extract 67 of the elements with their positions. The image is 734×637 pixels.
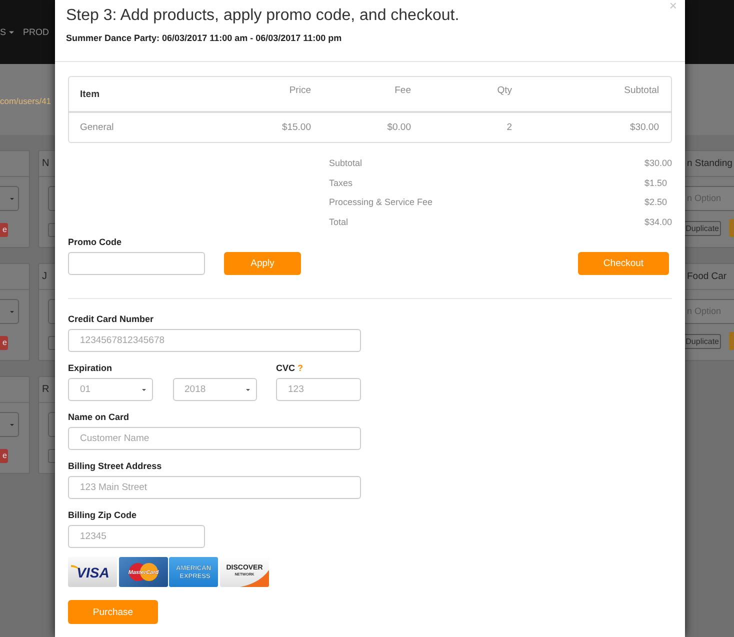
dialog-title: Step 3: Add products, apply promo code, and checkout.: [66, 6, 460, 26]
card-title: N: [41, 158, 50, 170]
summary-label: Processing & Service Fee: [329, 196, 434, 209]
input-field[interactable]: 12345: [68, 525, 205, 548]
field-label: Credit Card Number: [68, 313, 155, 325]
field-label: Name on Card: [68, 411, 130, 423]
duplicate-button[interactable]: Duplicate: [685, 334, 721, 348]
nav-item[interactable]: PROD: [23, 26, 50, 38]
promo-code-field[interactable]: [68, 252, 205, 275]
checkout-button[interactable]: Checkout: [578, 252, 669, 275]
field-label: CVC: [276, 363, 296, 373]
input-field[interactable]: 123 Main Street: [68, 476, 361, 499]
caret-icon: [10, 310, 14, 312]
input-field[interactable]: Customer Name: [68, 427, 361, 450]
select-field[interactable]: [0, 186, 19, 211]
table-cell-text: General: [79, 121, 115, 135]
summary-label: Taxes: [329, 176, 354, 190]
duplicate-button[interactable]: Duplicate: [685, 220, 721, 236]
card-title: J: [41, 270, 47, 282]
navbar: [685, 0, 734, 64]
table-cell-text: $30.00: [628, 121, 660, 135]
month-select[interactable]: 01: [68, 378, 153, 401]
card-action-button[interactable]: e: [0, 449, 8, 463]
column-header: Fee: [323, 77, 423, 113]
table-cell-text: $15.00: [280, 121, 312, 135]
event-subtitle: Summer Dance Party: 06/03/2017 11:00 am - 06/03/2017 11:00 pm: [66, 32, 343, 44]
caret-icon: [142, 388, 146, 390]
field-label: Expiration: [68, 362, 114, 374]
card-title: n Standing: [686, 158, 732, 170]
select-field[interactable]: [0, 299, 19, 324]
field-label: Promo Code: [68, 236, 123, 248]
select-field[interactable]: [0, 412, 19, 437]
select-field[interactable]: [48, 299, 55, 324]
caret-icon: [246, 388, 250, 390]
field-label: Billing Zip Code: [68, 509, 138, 521]
summary-value: $1.50: [644, 176, 668, 190]
column-header: Subtotal: [524, 77, 671, 113]
select-field[interactable]: [48, 412, 55, 437]
apply-button[interactable]: Apply: [224, 252, 301, 275]
year-select[interactable]: 2018: [172, 378, 256, 401]
card-title: Food Car: [686, 270, 727, 282]
table-cell-text: $0.00: [386, 121, 412, 135]
column-header: Item: [69, 77, 223, 113]
caret-icon: [9, 30, 14, 34]
summary-label: Subtotal: [329, 157, 364, 170]
visa-logo: VISA: [68, 557, 117, 587]
field-label: Billing Street Address: [68, 460, 163, 472]
caret-icon: [10, 424, 14, 426]
card-action-button[interactable]: e: [0, 336, 8, 350]
summary-label: Total: [329, 216, 350, 228]
select-field[interactable]: [48, 186, 55, 211]
card-action-button[interactable]: e: [0, 223, 8, 237]
cvc-field[interactable]: 123: [276, 378, 361, 401]
purchase-button[interactable]: Purchase: [68, 600, 158, 624]
caret-icon: [10, 198, 14, 200]
column-header: Price: [223, 77, 323, 113]
summary-value: $30.00: [644, 157, 672, 170]
summary-value: $34.00: [644, 216, 672, 228]
summary-value: $2.50: [644, 196, 668, 209]
column-header: Qty: [423, 77, 524, 113]
nav-item[interactable]: S: [0, 26, 14, 38]
input-field[interactable]: 1234567812345678: [68, 329, 361, 352]
table-cell-text: 2: [506, 121, 513, 135]
card-title: R: [41, 384, 50, 396]
url-link[interactable]: com/users/41: [0, 96, 52, 106]
help-link[interactable]: ?: [298, 363, 304, 373]
close-button[interactable]: ×: [669, 0, 677, 11]
